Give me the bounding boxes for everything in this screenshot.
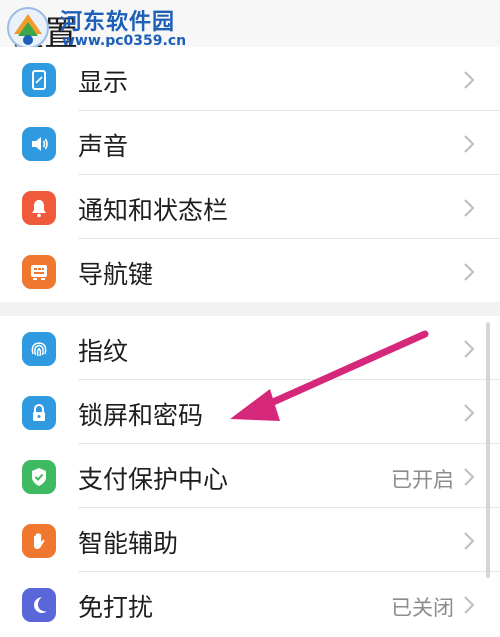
chevron-right-icon bbox=[464, 532, 475, 550]
moon-icon bbox=[22, 588, 56, 622]
settings-item-label: 支付保护中心 bbox=[78, 465, 229, 494]
chevron-right-icon bbox=[464, 199, 475, 217]
bell-icon bbox=[22, 191, 56, 225]
settings-item-label: 声音 bbox=[78, 132, 129, 161]
watermark-title: 河东软件园 bbox=[60, 10, 176, 35]
settings-item-navigation[interactable]: 导航键 bbox=[0, 239, 500, 303]
chevron-right-icon bbox=[464, 596, 475, 614]
status-value: 已关闭 bbox=[391, 596, 454, 620]
settings-item-display[interactable]: 显示 bbox=[0, 47, 500, 111]
settings-item-label: 免打扰 bbox=[78, 593, 154, 622]
settings-item-smart-assistant[interactable]: 智能辅助 bbox=[0, 508, 500, 572]
settings-group-1: 显示 声音 通知和状态栏 导航键 bbox=[0, 47, 500, 302]
settings-item-sound[interactable]: 声音 bbox=[0, 111, 500, 175]
navigation-key-icon bbox=[22, 255, 56, 289]
settings-item-do-not-disturb[interactable]: 免打扰 已关闭 bbox=[0, 572, 500, 636]
watermark-logo-icon bbox=[7, 7, 49, 49]
settings-item-fingerprint[interactable]: 指纹 bbox=[0, 316, 500, 380]
lock-icon bbox=[22, 396, 56, 430]
settings-item-label: 锁屏和密码 bbox=[78, 401, 204, 430]
phone-screen-icon bbox=[22, 63, 56, 97]
settings-item-label: 智能辅助 bbox=[78, 529, 179, 558]
settings-item-label: 显示 bbox=[78, 68, 129, 97]
speaker-icon bbox=[22, 127, 56, 161]
chevron-right-icon bbox=[464, 468, 475, 486]
status-value: 已开启 bbox=[391, 468, 454, 492]
settings-item-payment-protection[interactable]: 支付保护中心 已开启 bbox=[0, 444, 500, 508]
shield-check-icon bbox=[22, 460, 56, 494]
chevron-right-icon bbox=[464, 135, 475, 153]
fingerprint-icon bbox=[22, 332, 56, 366]
chevron-right-icon bbox=[464, 71, 475, 89]
settings-item-notifications[interactable]: 通知和状态栏 bbox=[0, 175, 500, 239]
settings-item-lockscreen[interactable]: 锁屏和密码 bbox=[0, 380, 500, 444]
settings-item-label: 通知和状态栏 bbox=[78, 196, 229, 225]
settings-item-label: 导航键 bbox=[78, 260, 154, 289]
chevron-right-icon bbox=[464, 340, 475, 358]
settings-group-2: 指纹 锁屏和密码 支付保护中心 已开启 智能辅助 免打扰 已关闭 bbox=[0, 316, 500, 637]
chevron-right-icon bbox=[464, 404, 475, 422]
chevron-right-icon bbox=[464, 263, 475, 281]
scrollbar[interactable] bbox=[486, 322, 490, 578]
hand-icon bbox=[22, 524, 56, 558]
settings-item-label: 指纹 bbox=[78, 337, 129, 366]
